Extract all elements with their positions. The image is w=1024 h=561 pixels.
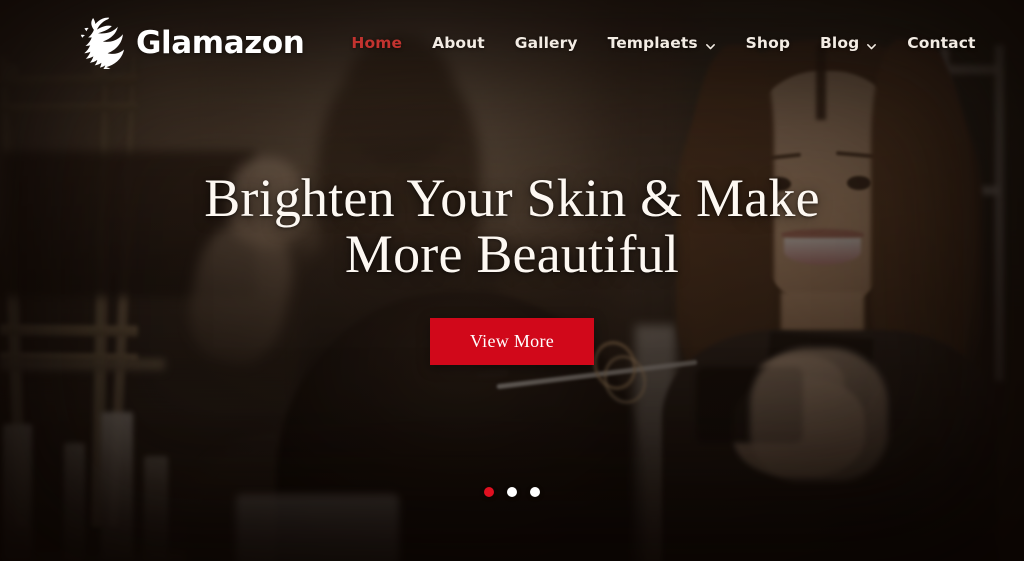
carousel-dot-2[interactable] <box>507 487 517 497</box>
nav-item-templaets[interactable]: Templaets <box>608 34 716 52</box>
site-header: Glamazon Home About Gallery Templaets Sh… <box>0 0 1024 86</box>
carousel-dot-1[interactable] <box>484 487 494 497</box>
nav-label-shop: Shop <box>745 34 791 52</box>
nav-item-shop[interactable]: Shop <box>746 34 790 52</box>
nav-label-about: About <box>432 34 485 52</box>
hero-title-line-1: Brighten Your Skin & Make <box>204 167 820 228</box>
nav-label-home: Home <box>351 34 403 52</box>
nav-label-contact: Contact <box>907 34 976 52</box>
nav-label-blog: Blog <box>820 34 860 52</box>
woman-hair-silhouette-icon <box>78 17 124 69</box>
nav-label-templaets: Templaets <box>607 34 698 52</box>
carousel-dot-3[interactable] <box>530 487 540 497</box>
hero-title-line-2: More Beautiful <box>344 224 680 284</box>
main-navigation: Home About Gallery Templaets Shop Blog C… <box>351 34 975 52</box>
nav-item-home[interactable]: Home <box>351 34 402 52</box>
nav-label-gallery: Gallery <box>514 34 578 52</box>
brand-logo[interactable]: Glamazon <box>78 17 305 69</box>
view-more-button[interactable]: View More <box>429 318 595 366</box>
hero-title: Brighten Your Skin & Make More Beautiful <box>204 170 820 282</box>
hero-slider-section: Glamazon Home About Gallery Templaets Sh… <box>0 0 1024 561</box>
nav-item-blog[interactable]: Blog <box>820 34 877 52</box>
nav-item-contact[interactable]: Contact <box>907 34 975 52</box>
nav-item-gallery[interactable]: Gallery <box>515 34 578 52</box>
nav-item-about[interactable]: About <box>432 34 485 52</box>
chevron-down-icon <box>866 38 877 49</box>
chevron-down-icon <box>705 38 716 49</box>
brand-name: Glamazon <box>136 25 305 61</box>
carousel-pagination <box>0 487 1024 497</box>
